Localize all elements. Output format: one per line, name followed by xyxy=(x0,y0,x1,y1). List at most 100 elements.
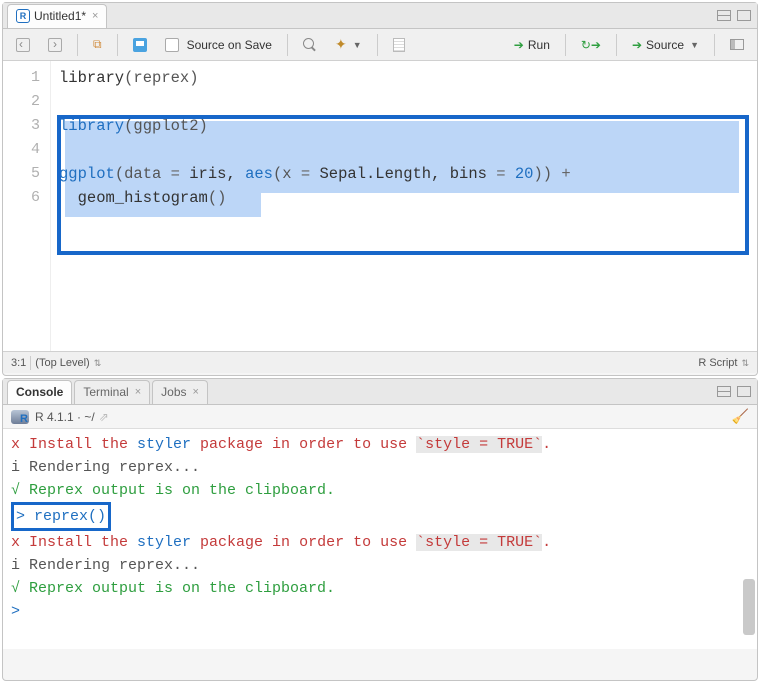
code-token: = xyxy=(301,165,310,183)
save-icon xyxy=(133,38,147,52)
scrollbar[interactable] xyxy=(741,429,755,649)
tab-console[interactable]: Console xyxy=(7,380,72,404)
console-output[interactable]: x Install the styler package in order to… xyxy=(3,429,757,649)
tab-label: Terminal xyxy=(83,385,128,399)
console-tabbar: Console Terminal × Jobs × xyxy=(3,379,757,405)
code-token: 20 xyxy=(515,165,534,183)
back-button[interactable] xyxy=(9,33,37,57)
editor-tab-untitled[interactable]: R Untitled1* × xyxy=(7,4,107,28)
prompt[interactable]: > xyxy=(11,603,29,620)
find-button[interactable] xyxy=(296,33,324,57)
session-info: R 4.1.1 · ~/ xyxy=(35,410,95,424)
scope-selector[interactable]: (Top Level) ⇅ xyxy=(35,357,101,369)
close-icon[interactable]: × xyxy=(193,386,199,398)
scroll-thumb[interactable] xyxy=(743,579,755,635)
code-token: + xyxy=(561,165,570,183)
separator xyxy=(714,34,715,56)
updown-icon: ⇅ xyxy=(94,358,102,368)
chevron-down-icon: ▼ xyxy=(690,40,699,50)
separator xyxy=(30,356,31,370)
code-token: )) xyxy=(533,165,561,183)
tab-jobs[interactable]: Jobs × xyxy=(152,380,208,404)
line-number: 6 xyxy=(3,186,40,210)
tab-terminal[interactable]: Terminal × xyxy=(74,380,150,404)
console-line: x Install the styler package in order to… xyxy=(11,534,551,551)
outline-icon xyxy=(730,39,744,50)
compile-report-button[interactable] xyxy=(386,33,412,57)
separator xyxy=(77,34,78,56)
close-icon[interactable]: × xyxy=(92,10,98,22)
separator xyxy=(287,34,288,56)
maximize-pane-icon[interactable] xyxy=(737,386,751,397)
annotation-box: > reprex() xyxy=(11,502,111,531)
source-on-save-label: Source on Save xyxy=(187,38,272,52)
code-token: ggplot xyxy=(59,165,115,183)
show-in-new-window-button[interactable]: ⧉ xyxy=(86,33,109,57)
console-command: reprex() xyxy=(34,508,106,525)
source-label: Source xyxy=(646,38,684,52)
code-content[interactable]: library(reprex) library(ggplot2) ggplot(… xyxy=(51,61,757,351)
minimize-pane-icon[interactable] xyxy=(717,386,731,397)
editor-tab-title: Untitled1* xyxy=(34,9,86,23)
r-logo-icon xyxy=(11,410,29,424)
close-icon[interactable]: × xyxy=(135,386,141,398)
line-number: 2 xyxy=(3,90,40,114)
pane-window-controls xyxy=(717,386,757,397)
code-tools-button[interactable]: ✦▼ xyxy=(328,33,369,57)
code-editor[interactable]: 1 2 3 4 5 6 library(reprex) library(ggpl… xyxy=(3,61,757,351)
tab-label: Console xyxy=(16,385,63,399)
clear-console-button[interactable]: 🧹 xyxy=(732,408,749,425)
editor-statusbar: 3:1 (Top Level)⇅ R Script⇅ xyxy=(3,351,757,373)
code-token: aes xyxy=(245,165,273,183)
outline-button[interactable] xyxy=(723,33,751,57)
code-token: library xyxy=(59,69,124,87)
updown-icon: ⇅ xyxy=(741,358,749,368)
minimize-pane-icon[interactable] xyxy=(717,10,731,21)
tab-label: Jobs xyxy=(161,385,186,399)
rerun-icon: ↻➔ xyxy=(581,38,601,52)
maximize-pane-icon[interactable] xyxy=(737,10,751,21)
search-icon xyxy=(303,38,317,52)
r-file-icon: R xyxy=(16,9,30,23)
console-line: i Rendering reprex... xyxy=(11,557,200,574)
save-button[interactable] xyxy=(126,33,154,57)
forward-icon xyxy=(48,38,62,52)
code-token xyxy=(506,165,515,183)
run-button[interactable]: ➔ Run xyxy=(507,33,557,57)
popout-icon: ⧉ xyxy=(93,37,102,52)
console-line: i Rendering reprex... xyxy=(11,459,200,476)
run-label: Run xyxy=(528,38,550,52)
source-button[interactable]: ➔ Source ▼ xyxy=(625,33,706,57)
source-icon: ➔ xyxy=(632,38,642,52)
popout-icon[interactable]: ⇗ xyxy=(99,410,109,424)
chevron-down-icon: ▼ xyxy=(353,40,362,50)
console-header: R 4.1.1 · ~/ ⇗ 🧹 xyxy=(3,405,757,429)
wand-icon: ✦ xyxy=(335,36,347,53)
run-icon: ➔ xyxy=(514,38,524,52)
prompt: > xyxy=(16,508,34,525)
code-token: = xyxy=(496,165,505,183)
back-icon xyxy=(16,38,30,52)
line-number: 5 xyxy=(3,162,40,186)
checkbox-icon xyxy=(165,38,179,52)
code-token: (data xyxy=(115,165,171,183)
line-number: 4 xyxy=(3,138,40,162)
console-line: x Install the styler package in order to… xyxy=(11,436,551,453)
line-number: 3 xyxy=(3,114,40,138)
separator xyxy=(565,34,566,56)
editor-pane: R Untitled1* × ⧉ Source on Save ✦▼ ➔ Run xyxy=(2,2,758,376)
code-token: (ggplot2) xyxy=(124,117,208,135)
code-token: iris, xyxy=(180,165,245,183)
code-token: () xyxy=(208,189,227,207)
source-on-save-toggle[interactable]: Source on Save xyxy=(158,33,279,57)
scope-label: (Top Level) xyxy=(35,357,89,369)
code-token: = xyxy=(171,165,180,183)
separator xyxy=(377,34,378,56)
code-token: geom_histogram xyxy=(59,189,208,207)
code-token: library xyxy=(59,117,124,135)
pane-window-controls xyxy=(717,10,757,21)
rerun-button[interactable]: ↻➔ xyxy=(574,33,608,57)
forward-button[interactable] xyxy=(41,33,69,57)
lang-selector[interactable]: R Script⇅ xyxy=(698,357,749,369)
editor-toolbar: ⧉ Source on Save ✦▼ ➔ Run ↻➔ ➔ Source ▼ xyxy=(3,29,757,61)
